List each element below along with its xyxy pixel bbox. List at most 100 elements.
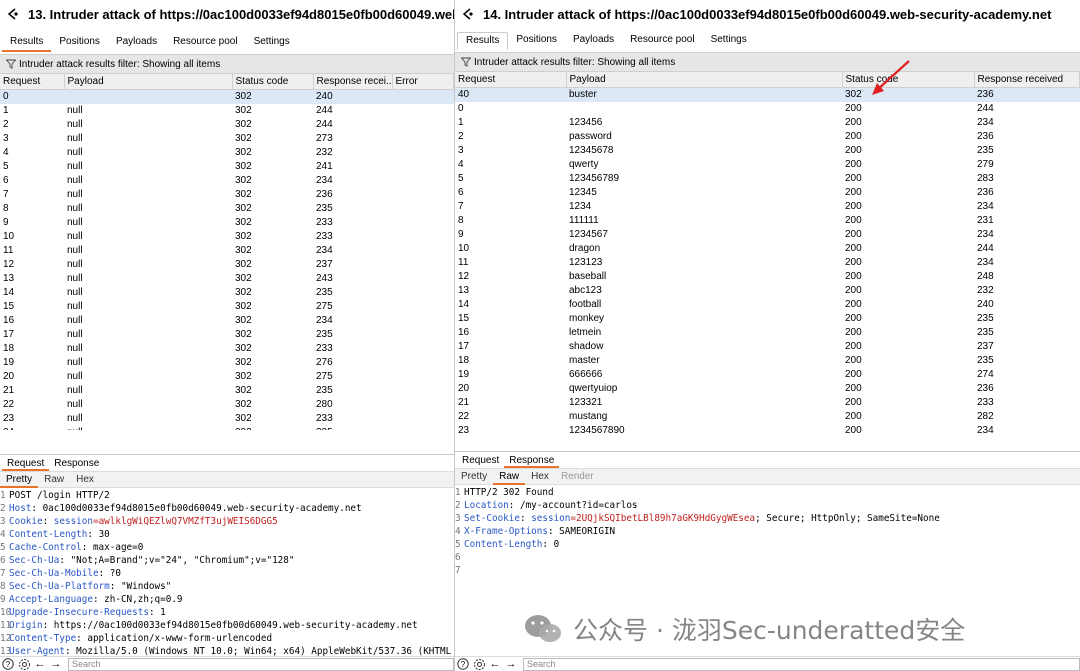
table-row[interactable]: 22 null 302 280 <box>0 398 454 412</box>
table-row[interactable]: 20 null 302 275 <box>0 370 454 384</box>
table-row[interactable]: 14 null 302 235 <box>0 286 454 300</box>
results-filter-bar[interactable]: Intruder attack results filter: Showing … <box>455 52 1080 72</box>
table-row[interactable]: 24null302235 <box>0 426 454 431</box>
back-arrow-icon[interactable]: ← <box>32 657 48 671</box>
table-row[interactable]: 17 null 302 235 <box>0 328 454 342</box>
settings-gear-icon[interactable] <box>471 657 487 671</box>
table-row[interactable]: 11 null 302 234 <box>0 244 454 258</box>
table-row[interactable]: 5 123456789 200 283 <box>455 172 1080 186</box>
tab-results[interactable]: Results <box>457 32 509 50</box>
column-header-request[interactable]: Request <box>0 74 65 90</box>
table-row[interactable]: 12 baseball 200 248 <box>455 270 1080 284</box>
table-row[interactable]: 1 123456 200 234 <box>455 116 1080 130</box>
tab-resource-pool[interactable]: Resource pool <box>165 32 245 52</box>
response-editor[interactable]: 1 HTTP/2 302 Found 2 Location: /my-account?… <box>455 485 1080 577</box>
view-tab-pretty[interactable]: Pretty <box>0 472 39 488</box>
tab-positions[interactable]: Positions <box>508 30 565 50</box>
table-row[interactable]: 4 null 302 232 <box>0 146 454 160</box>
table-row[interactable]: 1 null 302 244 <box>0 104 454 118</box>
column-header-response-received[interactable]: Response received <box>974 72 1080 88</box>
table-row[interactable]: 6 12345 200 236 <box>455 186 1080 200</box>
settings-gear-icon[interactable] <box>16 657 32 671</box>
table-row[interactable]: 22 mustang 200 282 <box>455 410 1080 424</box>
results-table-container[interactable]: Request Payload Status code Response recei.… <box>0 74 454 430</box>
tab-positions[interactable]: Positions <box>51 32 108 52</box>
table-row[interactable]: 0 200 244 <box>455 102 1080 116</box>
table-row[interactable]: 13 abc123 200 232 <box>455 284 1080 298</box>
table-row[interactable]: 11 123123 200 234 <box>455 256 1080 270</box>
table-row[interactable]: 10 dragon 200 244 <box>455 242 1080 256</box>
table-row[interactable]: 16 letmein 200 235 <box>455 326 1080 340</box>
table-row[interactable]: 13 null 302 243 <box>0 272 454 286</box>
tab-resource-pool[interactable]: Resource pool <box>622 30 702 50</box>
table-row[interactable]: 40 buster 302 236 <box>455 87 1080 102</box>
table-cell: 200 <box>845 298 862 310</box>
view-tab-raw[interactable]: Raw <box>38 472 70 488</box>
column-header-response-recei[interactable]: Response recei... <box>313 74 393 90</box>
wechat-logo-icon <box>523 612 563 646</box>
tab-settings[interactable]: Settings <box>703 30 755 50</box>
results-table-container[interactable]: Request Payload Status code Response receiv… <box>455 72 1080 440</box>
table-row[interactable]: 23 1234567890 200 234 <box>455 424 1080 438</box>
tab-payloads[interactable]: Payloads <box>565 30 622 50</box>
tab-payloads[interactable]: Payloads <box>108 32 165 52</box>
table-row[interactable]: 9 null 302 233 <box>0 216 454 230</box>
table-row[interactable]: 14 football 200 240 <box>455 298 1080 312</box>
table-row[interactable]: 18 master 200 235 <box>455 354 1080 368</box>
back-arrow-icon[interactable]: ← <box>487 657 503 671</box>
column-header-request[interactable]: Request <box>455 72 567 88</box>
view-tab-hex[interactable]: Hex <box>525 469 555 485</box>
help-icon[interactable]: ? <box>0 657 16 671</box>
table-row[interactable]: 2 null 302 244 <box>0 118 454 132</box>
view-tab-render[interactable]: Render <box>555 469 600 485</box>
tab-request[interactable]: Request <box>457 453 504 468</box>
forward-arrow-icon[interactable]: → <box>48 657 64 671</box>
table-cell: null <box>64 426 232 431</box>
table-row[interactable]: 19 666666 200 274 <box>455 368 1080 382</box>
table-row[interactable]: 6 null 302 234 <box>0 174 454 188</box>
table-row[interactable]: 21 123321 200 233 <box>455 396 1080 410</box>
column-header-status-code[interactable]: Status code <box>232 74 314 90</box>
tab-results[interactable]: Results <box>2 32 52 52</box>
table-row[interactable]: 17 shadow 200 237 <box>455 340 1080 354</box>
tab-response[interactable]: Response <box>49 456 104 471</box>
table-row[interactable]: 0 302 240 <box>0 89 454 104</box>
request-editor[interactable]: 1 POST /login HTTP/2 2 Host: 0ac100d0033ef9… <box>0 488 454 658</box>
tab-response[interactable]: Response <box>504 453 560 468</box>
table-row[interactable]: 21 null 302 235 <box>0 384 454 398</box>
table-row[interactable]: 3 12345678 200 235 <box>455 144 1080 158</box>
results-filter-bar[interactable]: Intruder attack results filter: Showing … <box>0 54 454 74</box>
column-header-payload[interactable]: Payload <box>566 72 843 88</box>
help-icon[interactable]: ? <box>455 657 471 671</box>
view-tab-hex[interactable]: Hex <box>70 472 100 488</box>
table-row[interactable]: 4 qwerty 200 279 <box>455 158 1080 172</box>
table-row[interactable]: 23 null 302 233 <box>0 412 454 426</box>
tab-request[interactable]: Request <box>2 456 50 471</box>
table-row[interactable]: 15 monkey 200 235 <box>455 312 1080 326</box>
table-row[interactable]: 3 null 302 273 <box>0 132 454 146</box>
table-row[interactable]: 7 null 302 236 <box>0 188 454 202</box>
table-row[interactable]: 8 111111 200 231 <box>455 214 1080 228</box>
table-row[interactable]: 5 null 302 241 <box>0 160 454 174</box>
tab-settings[interactable]: Settings <box>246 32 298 52</box>
column-header-error[interactable]: Error <box>392 74 454 90</box>
table-cell: 302 <box>235 342 252 354</box>
table-row[interactable]: 7 1234 200 234 <box>455 200 1080 214</box>
table-row[interactable]: 12 null 302 237 <box>0 258 454 272</box>
table-row[interactable]: 8 null 302 235 <box>0 202 454 216</box>
search-input[interactable]: Search <box>68 657 454 671</box>
table-row[interactable]: 2 password 200 236 <box>455 130 1080 144</box>
forward-arrow-icon[interactable]: → <box>503 657 519 671</box>
column-header-payload[interactable]: Payload <box>64 74 233 90</box>
view-tab-pretty[interactable]: Pretty <box>455 469 493 485</box>
table-row[interactable]: 19 null 302 276 <box>0 356 454 370</box>
table-row[interactable]: 9 1234567 200 234 <box>455 228 1080 242</box>
table-row[interactable]: 16 null 302 234 <box>0 314 454 328</box>
table-row[interactable]: 15 null 302 275 <box>0 300 454 314</box>
table-row[interactable]: 10 null 302 233 <box>0 230 454 244</box>
view-tab-raw[interactable]: Raw <box>493 469 526 485</box>
code-line: 2 Location: /my-account?id=carlos <box>455 499 1080 512</box>
table-row[interactable]: 18 null 302 233 <box>0 342 454 356</box>
search-input[interactable]: Search <box>523 657 1080 671</box>
table-row[interactable]: 20 qwertyuiop 200 236 <box>455 382 1080 396</box>
